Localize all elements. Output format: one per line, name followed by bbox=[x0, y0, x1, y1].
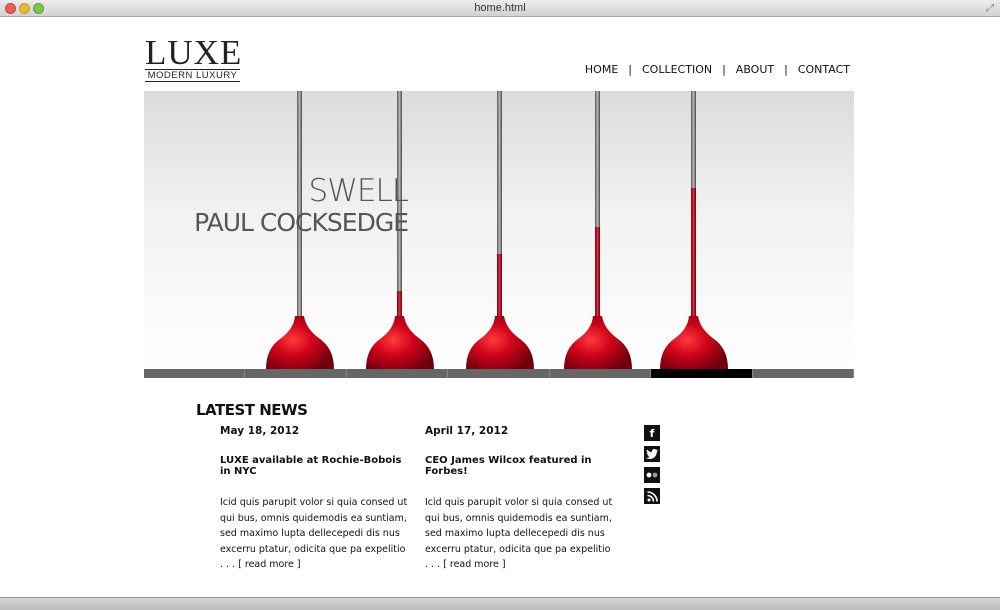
logo-wordmark: LUXE bbox=[145, 33, 243, 72]
pendant-lamp bbox=[466, 91, 534, 369]
nav-home[interactable]: HOME bbox=[585, 63, 618, 76]
site-logo[interactable]: LUXE MODERN LUXURY bbox=[145, 33, 243, 82]
nav-separator: | bbox=[722, 63, 726, 76]
facebook-icon[interactable]: f bbox=[644, 425, 660, 441]
social-links: f bbox=[644, 425, 661, 509]
slider-segment[interactable] bbox=[549, 369, 652, 378]
slider-segment[interactable] bbox=[144, 369, 246, 378]
nav-separator: | bbox=[784, 63, 788, 76]
twitter-icon[interactable] bbox=[644, 446, 660, 462]
latest-news-heading: LATEST NEWS bbox=[196, 401, 308, 419]
article-date: April 17, 2012 bbox=[425, 425, 509, 437]
pendant-lamp bbox=[660, 91, 728, 369]
nav-contact[interactable]: CONTACT bbox=[798, 63, 850, 76]
nav-separator: | bbox=[628, 63, 632, 76]
window-bottom-bar bbox=[0, 597, 1000, 610]
read-more-link[interactable]: [ read more ] bbox=[443, 559, 505, 570]
logo-tagline: MODERN LUXURY bbox=[145, 69, 240, 82]
hero-subtitle: PAUL COCKSEDGE bbox=[194, 208, 409, 237]
news-article: April 17, 2012 CEO James Wilcox featured… bbox=[425, 425, 615, 573]
pendant-lamp bbox=[564, 91, 632, 369]
flickr-icon[interactable] bbox=[644, 467, 660, 483]
main-nav: HOME | COLLECTION | ABOUT | CONTACT bbox=[585, 63, 850, 76]
slider-segment[interactable] bbox=[752, 369, 854, 378]
article-excerpt: Icid quis parupit volor si quia consed u… bbox=[220, 495, 410, 573]
read-more-link[interactable]: [ read more ] bbox=[238, 559, 300, 570]
window-titlebar: home.html ⤢ bbox=[0, 0, 1000, 17]
rss-icon[interactable] bbox=[644, 488, 660, 504]
article-excerpt: Icid quis parupit volor si quia consed u… bbox=[425, 495, 615, 573]
hero-banner[interactable]: SWELL PAUL COCKSEDGE bbox=[144, 91, 854, 369]
slider-segment[interactable] bbox=[346, 369, 449, 378]
slider-segment[interactable] bbox=[651, 369, 753, 378]
slider-segment[interactable] bbox=[448, 369, 550, 378]
hero-slider-pagination bbox=[144, 369, 854, 378]
nav-about[interactable]: ABOUT bbox=[736, 63, 774, 76]
fullscreen-icon[interactable]: ⤢ bbox=[986, 3, 994, 14]
nav-collection[interactable]: COLLECTION bbox=[642, 63, 712, 76]
news-article: May 18, 2012 LUXE available at Rochie-Bo… bbox=[220, 425, 410, 573]
article-date: May 18, 2012 bbox=[220, 425, 300, 437]
slider-segment[interactable] bbox=[245, 369, 347, 378]
hero-title: SWELL bbox=[308, 173, 409, 209]
article-headline[interactable]: LUXE available at Rochie-Bobois in NYC bbox=[220, 455, 410, 477]
article-headline[interactable]: CEO James Wilcox featured in Forbes! bbox=[425, 455, 615, 477]
window-title: home.html bbox=[474, 2, 526, 14]
